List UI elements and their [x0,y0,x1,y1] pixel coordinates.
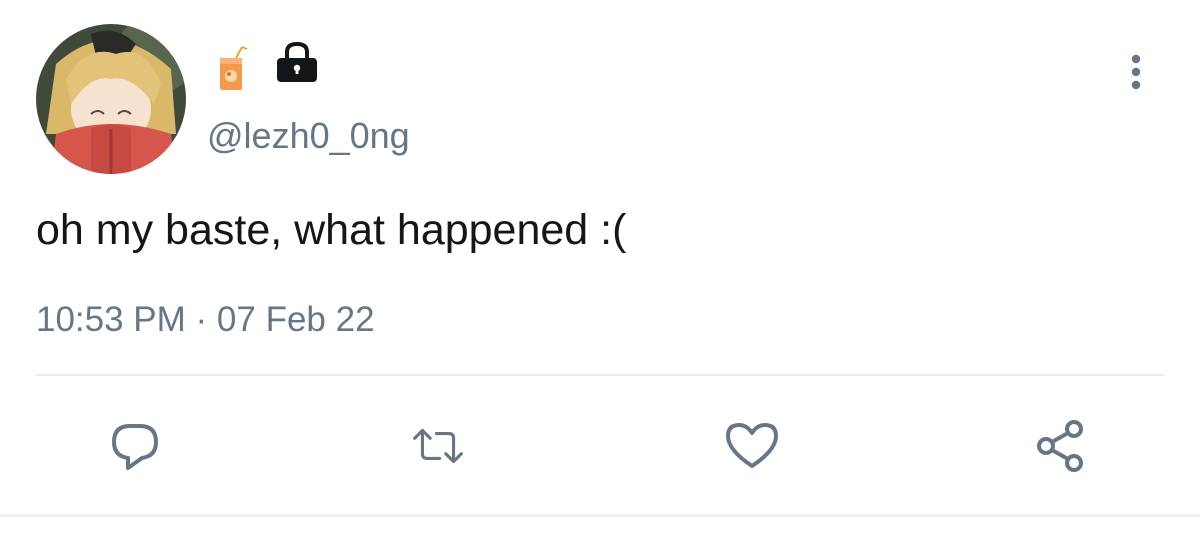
meta-separator: · [185,300,217,339]
share-button[interactable] [1034,418,1090,474]
avatar[interactable] [36,24,186,174]
like-button[interactable] [724,418,780,474]
lock-icon [275,40,319,84]
reply-icon [112,424,158,470]
avatar-image [36,24,186,174]
user-handle[interactable]: @lezh0_0ng [207,114,410,158]
retweet-icon [413,428,463,464]
tweet-text: oh my baste, what happened :( [36,206,627,254]
share-icon [1037,420,1083,472]
juice-box-icon [216,46,250,92]
tweet-time: 10:53 PM [36,300,186,339]
reply-button[interactable] [108,418,164,474]
heart-icon [726,423,778,468]
more-vertical-icon[interactable] [1120,50,1152,94]
divider [36,374,1164,376]
retweet-button[interactable] [410,418,466,474]
bottom-divider [0,514,1200,517]
tweet-date: 07 Feb 22 [216,300,375,339]
tweet-timestamp: 10:53 PM · 07 Feb 22 [36,298,375,342]
